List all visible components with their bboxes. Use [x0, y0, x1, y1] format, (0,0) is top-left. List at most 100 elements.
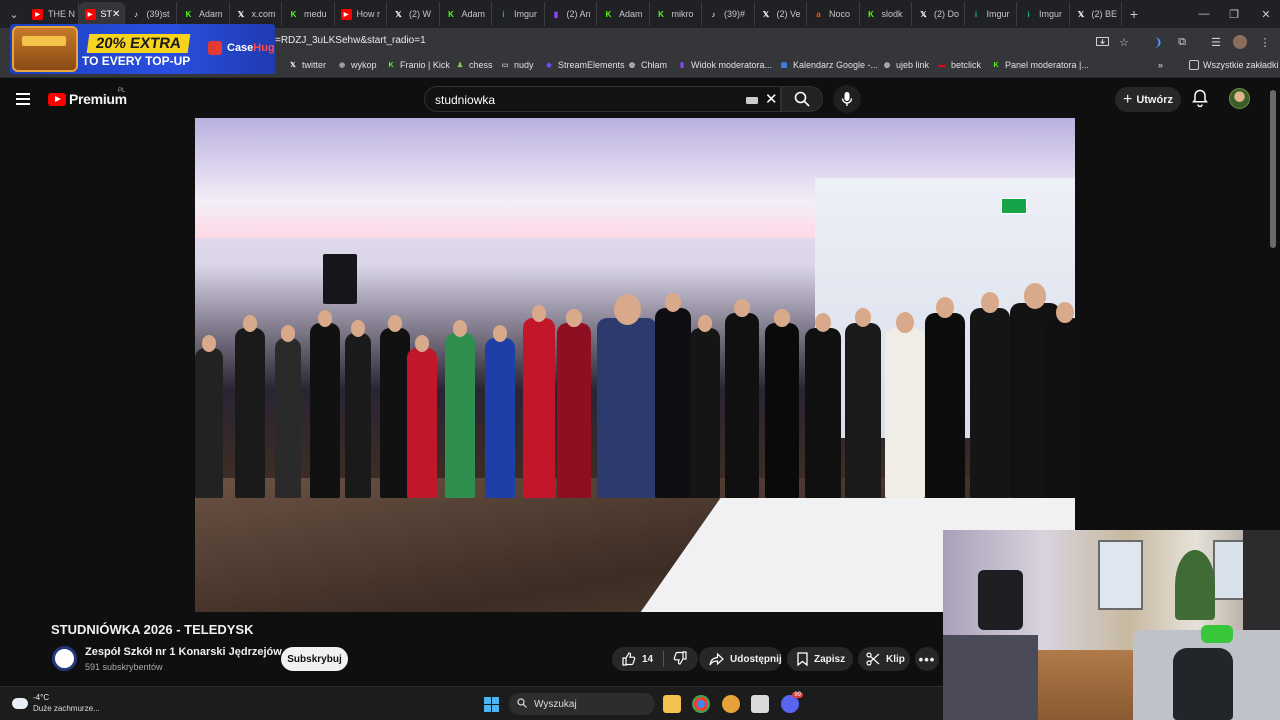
bookmark-item[interactable]: 𝕏twitter: [288, 60, 326, 70]
weather-widget[interactable]: -4°C Duże zachmurze...: [10, 693, 100, 713]
tab-title: THE N: [48, 9, 75, 19]
bookmark-item[interactable]: K Panel moderatora |...: [991, 60, 1088, 70]
chrome-icon[interactable]: [692, 695, 710, 713]
tab-title: slodk: [881, 9, 903, 19]
webcam-gaming-chair: [1173, 648, 1233, 720]
casehug-ad-banner[interactable]: 20% EXTRA TO EVERY TOP-UP Case Hug: [10, 24, 275, 74]
url-field[interactable]: =RDZJ_3uLKSehw&start_radio=1: [275, 35, 426, 46]
browser-tab[interactable]: a Noco: [807, 2, 860, 26]
bookmark-item[interactable]: ◉ wykop: [337, 60, 377, 70]
new-tab-button[interactable]: +: [1122, 6, 1146, 22]
search-input[interactable]: studniowka: [435, 93, 495, 107]
notification-badge: 99: [792, 692, 803, 698]
tab-title: (2) Do: [934, 9, 960, 19]
share-button[interactable]: Udostępnij: [699, 647, 782, 671]
file-explorer-icon[interactable]: [663, 695, 681, 713]
clear-search-icon[interactable]: ✕: [765, 90, 778, 108]
youtube-play-icon: [48, 92, 66, 106]
browser-tab[interactable]: 𝕏 (2) W: [387, 2, 440, 26]
minimize-icon[interactable]: —: [1188, 0, 1220, 28]
webcam-green-object: [1201, 625, 1233, 643]
browser-tab[interactable]: K Adam: [597, 2, 650, 26]
subscribe-button[interactable]: Subskrybuj: [281, 647, 348, 671]
browser-tab[interactable]: i Imgur: [1017, 2, 1070, 26]
bookmark-label: nudy: [514, 60, 534, 70]
browser-tab[interactable]: ♪ (39)#: [702, 2, 755, 26]
browser-tab[interactable]: 𝕏x.com: [230, 2, 282, 26]
bookmark-item[interactable]: ◍ Chłam: [627, 60, 667, 70]
channel-avatar[interactable]: [52, 646, 77, 671]
puzzle-extensions-icon[interactable]: ⧉: [1174, 34, 1190, 50]
browser-tab[interactable]: i Imgur: [965, 2, 1017, 26]
browser-menu-icon[interactable]: ⋮: [1257, 34, 1273, 50]
bookmark-item[interactable]: ▮ Widok moderatora...: [677, 60, 772, 70]
youtube-premium-logo[interactable]: Premium PL: [48, 88, 127, 107]
browser-tab[interactable]: Kmikro: [650, 2, 702, 26]
tab-title: Noco: [829, 9, 851, 19]
video-frame-person: [557, 309, 591, 498]
reading-list-icon[interactable]: ☰: [1208, 34, 1224, 50]
keyboard-icon[interactable]: [746, 97, 758, 104]
app-window-icon[interactable]: [751, 695, 769, 713]
profile-avatar[interactable]: [1232, 34, 1248, 50]
browser-tab[interactable]: K Adam: [177, 2, 230, 26]
close-tab-icon[interactable]: ✕: [112, 9, 120, 20]
hamburger-menu-icon[interactable]: [16, 93, 30, 108]
like-button[interactable]: [622, 652, 636, 666]
video-frame-person: [925, 296, 965, 498]
browser-tab[interactable]: 𝕏 (2) Ve: [755, 2, 807, 26]
browser-tab[interactable]: ▮ (2) An: [545, 2, 597, 26]
all-bookmarks-folder[interactable]: Wszystkie zakładki: [1189, 60, 1279, 70]
subscriber-count: 591 subskrybentów: [85, 662, 163, 672]
youtube-icon: ▶: [340, 8, 352, 20]
bookmark-item[interactable]: ♟ chess: [455, 60, 493, 70]
bookmark-item[interactable]: ▦ Kalendarz Google -...: [779, 60, 878, 70]
close-window-icon[interactable]: ✕: [1250, 0, 1280, 28]
discord-icon[interactable]: 99: [781, 692, 803, 713]
create-button[interactable]: + Utwórz: [1115, 87, 1181, 112]
restore-icon[interactable]: ❐: [1218, 0, 1250, 28]
user-avatar[interactable]: [1229, 88, 1250, 109]
more-actions-button[interactable]: •••: [915, 647, 939, 671]
tab-title: (39)st: [146, 9, 170, 19]
app-icon[interactable]: [722, 695, 740, 713]
tab-title: (39)#: [724, 9, 746, 19]
dislike-button[interactable]: [673, 650, 687, 668]
browser-tab[interactable]: i Imgur: [492, 2, 545, 26]
search-box[interactable]: studniowka ✕: [424, 86, 781, 112]
bookmark-item[interactable]: ▬ betclick: [937, 60, 982, 70]
save-button[interactable]: Zapisz: [787, 647, 853, 671]
voice-search-button[interactable]: [833, 85, 861, 113]
search-button[interactable]: [781, 86, 823, 112]
browser-tab[interactable]: ▶ THE N: [26, 2, 79, 26]
extension-icon[interactable]: ❩: [1150, 34, 1166, 50]
windows-start-icon[interactable]: [484, 697, 499, 712]
page-scrollbar[interactable]: [1270, 90, 1276, 248]
tab-search-icon[interactable]: ⌄: [2, 3, 26, 25]
browser-tab[interactable]: ♪ (39)st: [125, 2, 177, 26]
notifications-bell-icon[interactable]: [1192, 89, 1208, 112]
bookmark-label: StreamElements: [558, 60, 625, 70]
more-bookmarks-icon[interactable]: »: [1158, 60, 1163, 70]
kick-icon: K: [868, 9, 874, 19]
browser-tab[interactable]: K Adam: [440, 2, 492, 26]
channel-name[interactable]: Zespół Szkół nr 1 Konarski Jędrzejów: [85, 646, 282, 658]
video-frame-head: [415, 335, 429, 352]
browser-tab[interactable]: Kmedu: [282, 2, 335, 26]
browser-tab[interactable]: ▶ How r: [335, 2, 387, 26]
bookmark-item[interactable]: ▭ nudy: [500, 60, 534, 70]
browser-tab[interactable]: 𝕏 (2) BE: [1070, 2, 1122, 26]
browser-tab[interactable]: Kslodk: [860, 2, 912, 26]
bookmark-item[interactable]: ◆ StreamElements: [544, 60, 625, 70]
bookmark-label: Chłam: [641, 60, 668, 70]
bookmark-star-icon[interactable]: ☆: [1116, 34, 1132, 50]
bookmark-item[interactable]: K Franio | Kick: [386, 60, 449, 70]
browser-tab[interactable]: ▶ ST ✕: [78, 2, 125, 26]
taskbar-search[interactable]: Wyszukaj: [509, 693, 655, 715]
video-frame-head: [318, 310, 332, 327]
browser-tab[interactable]: 𝕏 (2) Do: [912, 2, 965, 26]
install-app-icon[interactable]: [1094, 34, 1110, 50]
clip-button[interactable]: Klip: [858, 647, 910, 671]
bookmark-item[interactable]: ◍ ujeb link: [882, 60, 929, 70]
cube-icon: [208, 41, 222, 55]
